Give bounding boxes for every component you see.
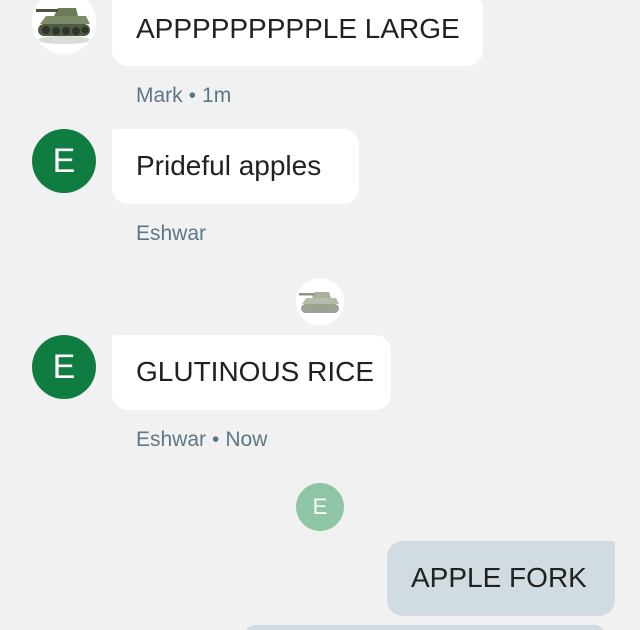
- message-meta: Eshwar: [136, 221, 206, 247]
- message-text: APPLE FORK: [411, 562, 587, 593]
- separator-dot: •: [188, 84, 197, 107]
- message-meta: Mark • 1m: [136, 83, 231, 109]
- avatar-letter: E: [52, 142, 76, 180]
- tank-avatar-icon: [296, 278, 344, 326]
- read-receipt-eshwar: E: [296, 483, 344, 531]
- chat-thread: APPPPPPPPPLE LARGE Mark • 1m E Prideful ap…: [0, 0, 640, 630]
- message-text: Prideful apples: [136, 150, 322, 181]
- message-meta: Eshwar • Now: [136, 427, 267, 453]
- avatar-letter: E: [52, 348, 76, 386]
- receipt-letter: E: [312, 494, 328, 519]
- message-bubble-eshwar[interactable]: GLUTINOUS RICE: [112, 335, 391, 410]
- sender-name: Eshwar: [136, 222, 207, 245]
- eshwar-avatar[interactable]: E: [32, 129, 96, 193]
- message-bubble-mark[interactable]: APPPPPPPPPLE LARGE: [112, 0, 483, 66]
- separator-dot: •: [212, 428, 220, 451]
- message-time: 1m: [202, 84, 232, 107]
- eshwar-avatar[interactable]: E: [32, 335, 96, 399]
- message-bubble-outgoing[interactable]: APPLE FORK: [387, 541, 615, 616]
- message-bubble-outgoing-partial[interactable]: [245, 625, 605, 630]
- message-text: APPPPPPPPPLE LARGE: [136, 13, 460, 44]
- read-receipt-mark: [296, 278, 344, 326]
- message-bubble-eshwar[interactable]: Prideful apples: [112, 129, 359, 204]
- tank-avatar-icon: [32, 0, 96, 54]
- sender-name: Mark: [136, 84, 183, 107]
- message-text: GLUTINOUS RICE: [136, 356, 375, 387]
- message-time: Now: [225, 428, 268, 451]
- mark-avatar[interactable]: [32, 0, 96, 54]
- sender-name: Eshwar: [136, 428, 207, 451]
